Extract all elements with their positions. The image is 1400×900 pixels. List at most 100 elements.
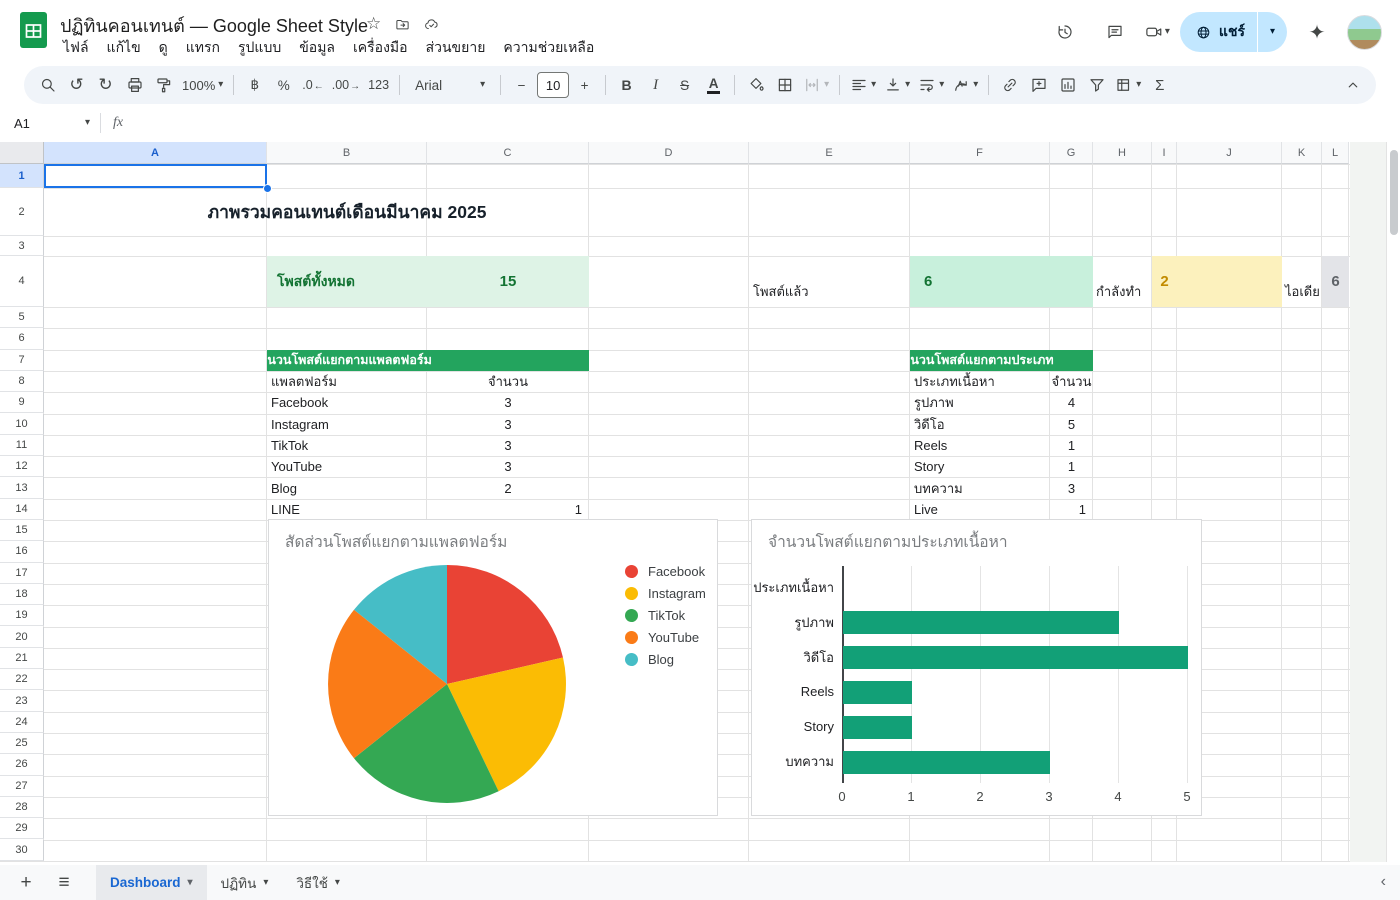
vertical-align-button[interactable]: ▾ (881, 71, 913, 99)
column-header-J[interactable]: J (1177, 142, 1282, 164)
redo-button[interactable]: ↻ (92, 71, 119, 99)
share-dropdown-button[interactable]: ▾ (1258, 12, 1287, 52)
fill-handle[interactable] (263, 184, 272, 193)
star-icon[interactable]: ☆ (366, 14, 381, 34)
stat-idea-value-cell[interactable]: 6 (1322, 256, 1349, 307)
row-header-25[interactable]: 25 (0, 733, 44, 754)
row-header-26[interactable]: 26 (0, 754, 44, 775)
row-header-3[interactable]: 3 (0, 236, 44, 256)
more-formats-button[interactable]: 123 (365, 71, 392, 99)
column-header-H[interactable]: H (1093, 142, 1152, 164)
all-sheets-button[interactable]: ≡ (46, 868, 82, 898)
column-header-L[interactable]: L (1322, 142, 1349, 164)
text-color-button[interactable]: A (707, 77, 721, 94)
column-header-C[interactable]: C (427, 142, 589, 164)
platform-table-header-count[interactable]: จำนวน (427, 371, 589, 392)
table-row[interactable]: YouTube3 (267, 456, 589, 477)
column-header-G[interactable]: G (1050, 142, 1093, 164)
zoom-select[interactable]: 100%▾ (179, 71, 226, 99)
type-table-banner[interactable]: จำนวนโพสต์แยกตามประเภท (910, 350, 1093, 371)
collapse-toolbar-button[interactable] (1339, 71, 1366, 99)
font-select[interactable]: Arial▾ (407, 71, 493, 99)
column-header-A[interactable]: A (44, 142, 267, 164)
column-header-D[interactable]: D (589, 142, 749, 164)
table-row[interactable]: วิดีโอ5 (910, 414, 1093, 435)
stat-posted-value-cell[interactable]: 6 (910, 256, 964, 307)
borders-button[interactable] (771, 71, 798, 99)
bar-chart[interactable]: จำนวนโพสต์แยกตามประเภทเนื้อหา ประเภทเนื้… (751, 519, 1202, 816)
create-filter-button[interactable] (1083, 71, 1110, 99)
row-header-14[interactable]: 14 (0, 499, 44, 520)
insert-chart-button[interactable] (1054, 71, 1081, 99)
table-row[interactable]: รูปภาพ4 (910, 392, 1093, 413)
print-button[interactable] (121, 71, 148, 99)
row-header-12[interactable]: 12 (0, 456, 44, 477)
menu-item-tools[interactable]: เครื่องมือ (344, 34, 417, 62)
menu-item-format[interactable]: รูปแบบ (229, 34, 290, 62)
table-row[interactable]: บทความ3 (910, 478, 1093, 499)
row-header-11[interactable]: 11 (0, 435, 44, 456)
row-header-16[interactable]: 16 (0, 541, 44, 562)
row-header-30[interactable]: 30 (0, 840, 44, 861)
decrease-font-size-button[interactable]: − (508, 71, 535, 99)
column-header-I[interactable]: I (1152, 142, 1177, 164)
table-tools-button[interactable]: ▾ (1112, 71, 1144, 99)
row-header-20[interactable]: 20 (0, 627, 44, 648)
stat-posted-label-cell[interactable]: โพสต์แล้ว (753, 256, 809, 307)
column-header-E[interactable]: E (749, 142, 910, 164)
insert-comment-button[interactable] (1025, 71, 1052, 99)
column-header-F[interactable]: F (910, 142, 1050, 164)
fill-color-button[interactable] (742, 71, 769, 99)
pie-chart[interactable]: สัดส่วนโพสต์แยกตามแพลตฟอร์ม FacebookInst… (268, 519, 718, 816)
stat-idea-label-cell[interactable]: ไอเดีย (1285, 256, 1320, 307)
table-row[interactable]: Reels1 (910, 435, 1093, 456)
row-header-1[interactable]: 1 (0, 164, 44, 188)
type-table-header-name[interactable]: ประเภทเนื้อหา (914, 371, 995, 392)
join-call-button[interactable]: ▾ (1145, 23, 1170, 41)
row-header-22[interactable]: 22 (0, 669, 44, 690)
stat-total-value-cell[interactable]: 15 (427, 256, 589, 307)
row-header-29[interactable]: 29 (0, 818, 44, 839)
table-row[interactable]: Facebook3 (267, 392, 589, 413)
tab-dashboard[interactable]: Dashboard▾ (96, 865, 207, 900)
row-header-18[interactable]: 18 (0, 584, 44, 605)
row-header-10[interactable]: 10 (0, 414, 44, 435)
increase-decimals-button[interactable]: .00→ (329, 71, 363, 99)
decrease-decimals-button[interactable]: .0← (299, 71, 326, 99)
column-header-B[interactable]: B (267, 142, 427, 164)
row-header-2[interactable]: 2 (0, 188, 44, 236)
merge-cells-button[interactable]: ▾ (800, 71, 832, 99)
select-all-corner[interactable] (0, 142, 44, 164)
cloud-saved-icon[interactable] (424, 17, 439, 32)
menu-item-view[interactable]: ดู (150, 34, 177, 62)
gemini-button[interactable]: ✦ (1297, 12, 1337, 52)
row-header-15[interactable]: 15 (0, 520, 44, 541)
row-header-8[interactable]: 8 (0, 371, 44, 392)
format-percent-button[interactable]: % (270, 71, 297, 99)
table-row[interactable]: Instagram3 (267, 414, 589, 435)
account-avatar[interactable] (1347, 15, 1382, 50)
row-header-5[interactable]: 5 (0, 307, 44, 328)
version-history-button[interactable] (1045, 12, 1085, 52)
menu-item-data[interactable]: ข้อมูล (290, 34, 344, 62)
stat-total-label-cell[interactable]: โพสต์ทั้งหมด (267, 256, 437, 307)
row-header-4[interactable]: 4 (0, 256, 44, 307)
format-currency-button[interactable]: ฿ (241, 71, 268, 99)
menu-item-edit[interactable]: แก้ไข (98, 34, 150, 62)
row-header-28[interactable]: 28 (0, 797, 44, 818)
paint-format-button[interactable] (150, 71, 177, 99)
sheet-grid[interactable]: ABCDEFGHIJKL 123456789101112131415161718… (0, 142, 1400, 862)
tab-howto[interactable]: วิธีใช้▾ (282, 865, 354, 900)
row-header-23[interactable]: 23 (0, 690, 44, 711)
vertical-scrollbar[interactable] (1386, 142, 1400, 862)
name-box[interactable]: A1 ▾ (0, 116, 90, 131)
row-header-9[interactable]: 9 (0, 392, 44, 413)
text-wrap-button[interactable]: ▾ (915, 71, 947, 99)
table-row[interactable]: Blog2 (267, 478, 589, 499)
row-header-6[interactable]: 6 (0, 328, 44, 349)
row-header-7[interactable]: 7 (0, 350, 44, 371)
sheets-logo-icon[interactable] (20, 12, 47, 53)
share-button[interactable]: แชร์ (1180, 12, 1257, 52)
row-header-27[interactable]: 27 (0, 776, 44, 797)
table-row[interactable]: TikTok3 (267, 435, 589, 456)
